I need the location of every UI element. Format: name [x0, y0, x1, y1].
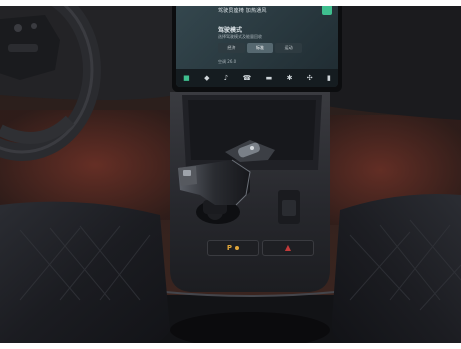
touchscreen[interactable]: 驾驶员座椅 加热通风 驾驶模式 选择驾驶模式及能量回收 经济 标准 运动 空调 …	[176, 3, 338, 87]
dock-label: 空调 26.0	[218, 59, 237, 64]
park-button-label: P	[226, 244, 233, 252]
seat-left	[0, 201, 170, 349]
hazard-button[interactable]: ▲	[262, 240, 314, 256]
phone-icon[interactable]: ☎	[243, 74, 252, 82]
photo-border-bottom	[0, 343, 461, 349]
photo-border-top	[0, 0, 461, 6]
settings-icon[interactable]: ✱	[287, 74, 293, 82]
park-indicator-icon	[235, 246, 240, 250]
car-icon[interactable]: ▬	[266, 74, 273, 82]
dock-bar: ■ ◆ ♪ ☎ ▬ ✱ ✣ ▮	[176, 69, 338, 87]
nav-icon[interactable]: ◆	[204, 74, 209, 82]
car-interior-photo: 驾驶员座椅 加热通风 驾驶模式 选择驾驶模式及能量回收 经济 标准 运动 空调 …	[0, 0, 461, 349]
music-icon[interactable]: ♪	[224, 74, 228, 82]
mode-option-eco[interactable]: 经济	[218, 43, 245, 53]
mode-selector: 经济 标准 运动	[218, 43, 303, 53]
touchscreen-bezel: 驾驶员座椅 加热通风 驾驶模式 选择驾驶模式及能量回收 经济 标准 运动 空调 …	[172, 0, 342, 92]
section-title: 驾驶模式	[218, 27, 243, 34]
mode-option-sport[interactable]: 运动	[275, 43, 303, 53]
fan-icon[interactable]: ✣	[307, 74, 313, 82]
temp-icon[interactable]: ▮	[327, 74, 331, 82]
section-subtitle: 选择驾驶模式及能量回收	[218, 34, 262, 39]
hazard-icon: ▲	[284, 243, 292, 252]
home-icon[interactable]: ■	[183, 74, 190, 82]
screen-header: 驾驶员座椅 加热通风	[218, 8, 267, 14]
toggle-icon[interactable]	[322, 5, 332, 15]
park-button[interactable]: P	[207, 240, 259, 256]
mode-option-standard[interactable]: 标准	[246, 43, 274, 53]
seat-right	[331, 194, 461, 349]
